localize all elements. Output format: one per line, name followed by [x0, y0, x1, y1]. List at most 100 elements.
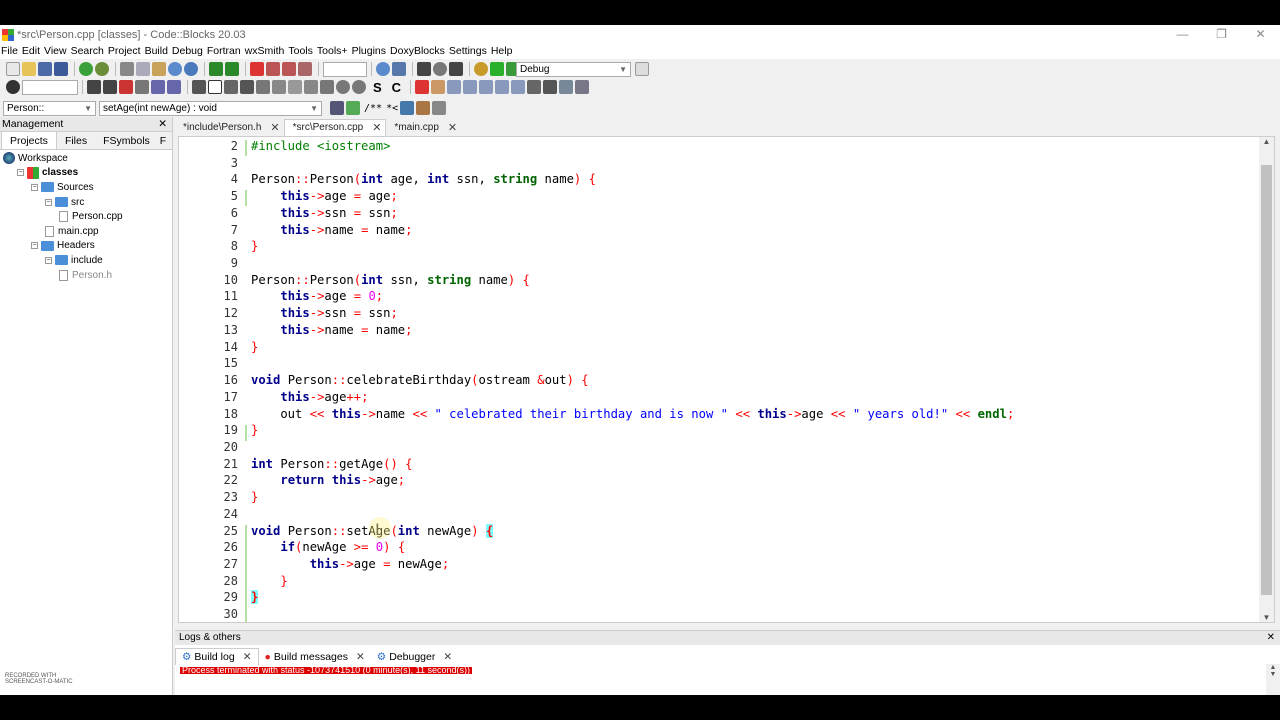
scope-select[interactable]: Person:: ▼	[3, 101, 96, 116]
nav-marker-icon[interactable]	[433, 62, 447, 76]
collapse-toggle-icon[interactable]: −	[45, 198, 52, 206]
doxy-extract-icon[interactable]	[346, 101, 360, 115]
menu-edit[interactable]: Edit	[21, 44, 43, 59]
case-icon[interactable]	[288, 80, 302, 94]
code-line[interactable]: this->name = name;	[251, 222, 412, 239]
cut-icon[interactable]	[120, 62, 134, 76]
step-into-icon[interactable]	[463, 80, 478, 94]
zoom-in-icon[interactable]	[336, 80, 350, 94]
code-line[interactable]: this->age++;	[251, 389, 368, 406]
bookmark-next-icon[interactable]	[282, 62, 296, 76]
tree-item-sources[interactable]: − Sources	[0, 180, 172, 195]
tree-item-classes[interactable]: − classes	[0, 166, 172, 181]
save-icon[interactable]	[38, 62, 52, 76]
c-button[interactable]: C	[392, 80, 401, 95]
match-case-icon[interactable]	[151, 80, 165, 94]
nav-forward-icon[interactable]	[449, 62, 463, 76]
doxy-config-icon[interactable]	[432, 101, 447, 115]
scrollbar-thumb[interactable]	[1261, 165, 1272, 595]
tab-fsymbols[interactable]: FSymbols	[95, 133, 158, 149]
debug-info-icon[interactable]	[575, 80, 590, 94]
doxy-html-icon[interactable]	[400, 101, 415, 115]
search-next-icon[interactable]	[103, 80, 117, 94]
decision-icon[interactable]	[224, 80, 238, 94]
undo-icon[interactable]	[79, 62, 93, 76]
tab-close-button[interactable]: ✕	[443, 649, 452, 665]
build-target-select[interactable]: Debug ▼	[516, 62, 631, 77]
repeat-icon[interactable]	[272, 80, 286, 94]
log-scrollbar[interactable]: ▲ ▼	[1266, 664, 1280, 695]
struct-icon[interactable]	[304, 80, 318, 94]
code-line[interactable]: this->ssn = ssn;	[251, 205, 397, 222]
code-line[interactable]: if(newAge >= 0) {	[251, 539, 405, 556]
collapse-toggle-icon[interactable]: −	[31, 183, 38, 191]
menu-view[interactable]: View	[43, 44, 70, 59]
while-icon[interactable]	[256, 80, 270, 94]
clear-search-icon[interactable]	[6, 80, 20, 94]
minimize-button[interactable]: —	[1163, 25, 1202, 44]
debug-windows-icon[interactable]	[559, 80, 574, 94]
tab-files[interactable]: Files	[57, 133, 95, 149]
code-line[interactable]: void Person::celebrateBirthday(ostream &…	[251, 372, 589, 389]
tree-item-person-cpp[interactable]: Person.cpp	[0, 209, 172, 224]
run-to-cursor-icon[interactable]	[431, 80, 446, 94]
code-line[interactable]: this->name = name;	[251, 322, 412, 339]
search-go-icon[interactable]	[376, 62, 390, 76]
editor-tab-include-person-h[interactable]: *include\Person.h ✕	[175, 120, 284, 136]
code-line[interactable]: }	[251, 422, 258, 439]
code-line[interactable]: return this->age;	[251, 472, 405, 489]
paste-icon[interactable]	[152, 62, 166, 76]
code-line[interactable]: int Person::getAge() {	[251, 456, 412, 473]
code-line[interactable]: }	[251, 589, 259, 606]
copy-icon[interactable]	[136, 62, 150, 76]
menu-project[interactable]: Project	[107, 44, 144, 59]
code-line[interactable]: this->age = age;	[251, 188, 397, 205]
function-select[interactable]: setAge(int newAge) : void ▼	[99, 101, 322, 116]
menu-tools-plus[interactable]: Tools+	[316, 44, 351, 59]
jump-forward-icon[interactable]	[225, 62, 239, 76]
target-options-icon[interactable]	[635, 62, 649, 76]
code-line[interactable]: this->age = 0;	[251, 288, 383, 305]
tree-item-workspace[interactable]: Workspace	[0, 151, 172, 166]
maximize-button[interactable]: ❐	[1202, 25, 1241, 44]
editor-tab-src-person-cpp[interactable]: *src\Person.cpp ✕	[283, 119, 387, 136]
s-button[interactable]: S	[373, 80, 382, 95]
editor-tab-main-cpp[interactable]: *main.cpp ✕	[386, 120, 461, 136]
code-line[interactable]: }	[251, 339, 258, 356]
tree-item-headers[interactable]: − Headers	[0, 239, 172, 254]
loop-icon[interactable]	[240, 80, 254, 94]
new-file-icon[interactable]	[6, 62, 20, 76]
tab-close-button[interactable]: ✕	[356, 649, 365, 665]
code-line[interactable]: #include <iostream>	[251, 138, 390, 155]
run-icon[interactable]	[490, 62, 504, 76]
code-editor[interactable]: 2 3 4 5 6 7 8 9 10 11 12 13 14 15 16 17 18 19 20 21 22 23 24 25…	[178, 136, 1275, 623]
doxy-chm-icon[interactable]	[416, 101, 431, 115]
search-prev-icon[interactable]	[87, 80, 101, 94]
code-line[interactable]: out << this->name << " celebrated their …	[251, 406, 1014, 423]
debug-run-icon[interactable]	[415, 80, 430, 94]
nav-back-icon[interactable]	[417, 62, 431, 76]
code-line[interactable]: }	[251, 489, 258, 506]
open-icon[interactable]	[22, 62, 36, 76]
pause-icon[interactable]	[527, 80, 542, 94]
jump-back-icon[interactable]	[209, 62, 223, 76]
find-icon[interactable]	[168, 62, 182, 76]
menu-settings[interactable]: Settings	[448, 44, 490, 59]
tab-build-log[interactable]: ⚙ Build log ✕	[175, 648, 259, 665]
menu-doxyblocks[interactable]: DoxyBlocks	[389, 44, 448, 59]
regex-icon[interactable]	[167, 80, 181, 94]
block-comment-button[interactable]: /**	[364, 103, 382, 114]
tab-close-button[interactable]: ✕	[243, 649, 252, 665]
menu-debug[interactable]: Debug	[171, 44, 206, 59]
menu-search[interactable]: Search	[70, 44, 107, 59]
next-line-icon[interactable]	[447, 80, 462, 94]
collapse-toggle-icon[interactable]: −	[31, 242, 38, 250]
highlight-icon[interactable]	[119, 80, 133, 94]
close-window-button[interactable]: ✕	[1241, 25, 1280, 44]
editor-tab-close-button[interactable]: ✕	[270, 120, 279, 136]
collapse-toggle-icon[interactable]: −	[45, 256, 52, 264]
tab-debugger[interactable]: ⚙ Debugger ✕	[371, 649, 458, 665]
pointer-icon[interactable]	[192, 80, 206, 94]
search-combo[interactable]	[323, 61, 367, 77]
collapse-toggle-icon[interactable]: −	[17, 169, 24, 177]
